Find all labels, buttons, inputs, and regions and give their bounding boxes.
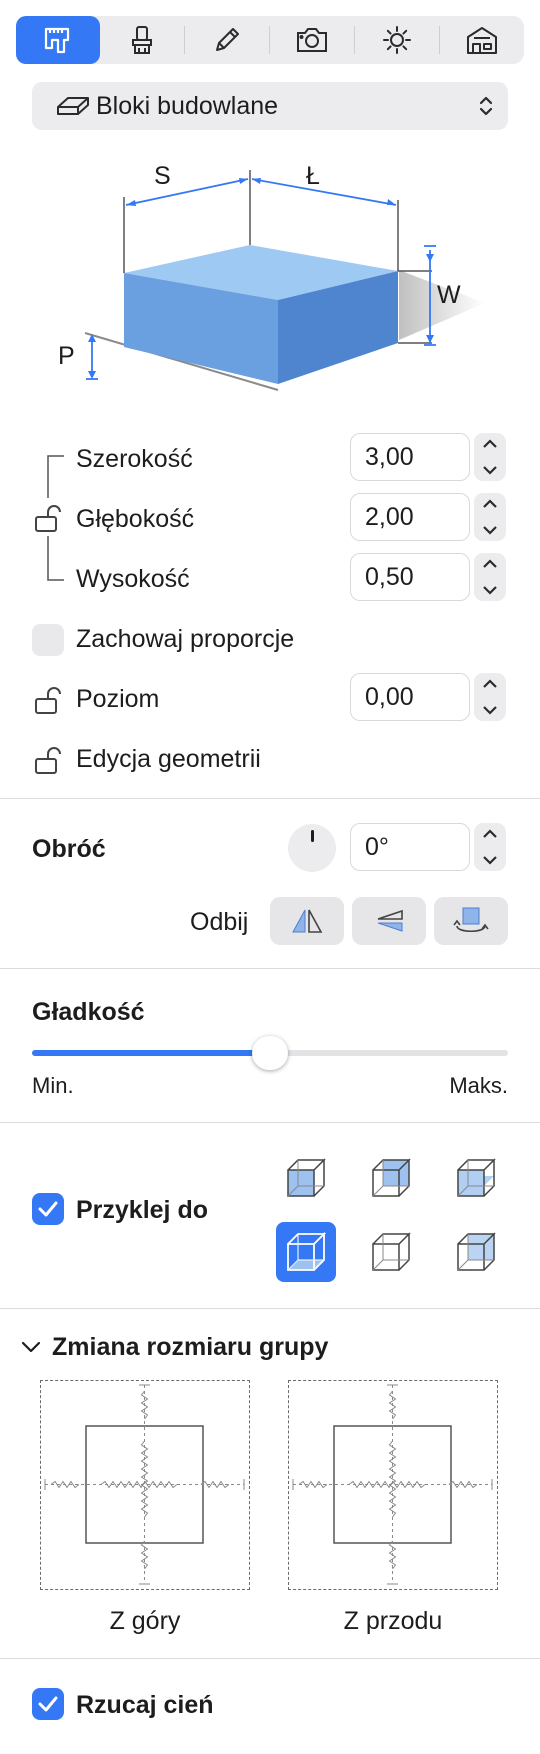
height-field[interactable]: 0,50 [350,553,470,601]
divider [0,1122,540,1123]
checkmark-icon [38,1696,58,1712]
height-stepper[interactable] [474,553,506,601]
object-type-label: Bloki budowlane [96,91,279,120]
chevron-down-icon [483,706,497,715]
chevron-updown-icon [479,96,493,116]
front-view-label: Z przodu [343,1607,443,1635]
tab-lighting[interactable] [355,16,439,64]
level-stepper[interactable] [474,673,506,721]
tab-camera[interactable] [270,16,354,64]
mirror-vertical-button[interactable] [352,897,426,945]
tab-dimensions[interactable] [16,16,100,64]
stick-to-checkbox[interactable] [32,1193,64,1225]
divider [0,1308,540,1309]
stick-to-label: Przyklej do [76,1196,208,1224]
dimension-diagram [84,170,485,391]
mirror-label: Odbij [190,908,249,936]
tool-tabbar [16,16,524,64]
snap-top-right[interactable] [446,1148,506,1208]
keep-proportions-checkbox[interactable] [32,624,64,656]
resize-top-view[interactable] [40,1380,250,1590]
resize-front-view[interactable] [288,1380,498,1590]
snap-bottom-left[interactable] [276,1222,336,1282]
top-view-label: Z góry [109,1607,181,1635]
width-stepper[interactable] [474,433,506,481]
cube-face-icon [457,1158,496,1197]
slider-min-label: Min. [32,1073,74,1098]
width-label: Szerokość [76,445,193,473]
snap-options [276,1148,526,1288]
divider [0,798,540,799]
rotation-dial[interactable] [288,824,336,872]
flip-vertical-icon [377,909,403,932]
chevron-up-icon [483,679,497,688]
dial-indicator [310,830,314,842]
diagram-label-l: Ł [306,162,320,190]
geometry-unlocked-icon[interactable] [34,746,62,776]
keep-proportions-label: Zachowaj proporcje [76,625,295,653]
group-resize-title[interactable]: Zmiana rozmiaru grupy [52,1333,328,1362]
depth-field[interactable]: 2,00 [350,493,470,541]
resize-spring-diagram [292,1384,493,1585]
building-icon [467,27,497,54]
cube-face-icon [287,1158,326,1197]
edit-geometry-label[interactable]: Edycja geometrii [76,745,261,774]
rotate-field[interactable]: 0° [350,823,470,871]
level-field[interactable]: 0,00 [350,673,470,721]
chevron-up-icon [483,829,497,838]
cube-icon [372,1232,411,1271]
cast-shadow-label: Rzucaj cień [76,1691,214,1719]
mirror-horizontal-button[interactable] [270,897,344,945]
smoothness-slider-fill [32,1050,270,1056]
divider [0,1658,540,1659]
chevron-down-icon [483,586,497,595]
tab-building[interactable] [440,16,524,64]
slider-max-label: Maks. [449,1073,508,1098]
rotate-flip-icon [453,907,489,933]
chevron-up-icon [483,559,497,568]
level-label: Poziom [76,685,160,713]
snap-top-left[interactable] [276,1148,336,1208]
tab-edit[interactable] [185,16,269,64]
cube-face-icon [457,1232,496,1271]
pencil-icon [216,28,239,51]
cube-face-icon [287,1231,327,1271]
depth-stepper[interactable] [474,493,506,541]
rotate-stepper[interactable] [474,823,506,871]
chevron-down-icon [483,856,497,865]
camera-icon [297,28,327,52]
width-field[interactable]: 3,00 [350,433,470,481]
unlocked-icon[interactable] [34,504,62,534]
tab-material[interactable] [100,16,184,64]
chevron-down-icon[interactable] [20,1336,42,1358]
flip-horizontal-icon [292,909,323,933]
chevron-down-icon [483,466,497,475]
snap-bottom-right[interactable] [446,1222,506,1282]
sun-icon [383,26,411,54]
snap-top-center[interactable] [361,1148,421,1208]
cube-face-icon [372,1158,411,1197]
diagram-label-w: W [437,281,461,309]
eraser-block-icon [57,97,89,115]
cast-shadow-checkbox[interactable] [32,1688,64,1720]
object-type-select[interactable]: Bloki budowlane [32,82,508,130]
ruler-tool-icon [44,27,70,54]
rotate-label: Obróć [32,835,106,863]
level-unlocked-icon[interactable] [34,686,62,716]
diagram-label-p: P [58,342,75,370]
smoothness-slider-knob[interactable] [252,1036,288,1070]
depth-label: Głębokość [76,505,195,533]
divider [0,968,540,969]
snap-bottom-center[interactable] [361,1222,421,1282]
mirror-rotate-button[interactable] [434,897,508,945]
diagram-label-s: S [154,162,171,190]
chevron-up-icon [483,439,497,448]
brush-icon [132,26,152,54]
checkmark-icon [38,1201,58,1217]
chevron-up-icon [483,499,497,508]
chevron-down-icon [483,526,497,535]
resize-spring-diagram [44,1384,245,1585]
smoothness-label: Gładkość [32,998,145,1026]
height-label: Wysokość [76,565,190,593]
